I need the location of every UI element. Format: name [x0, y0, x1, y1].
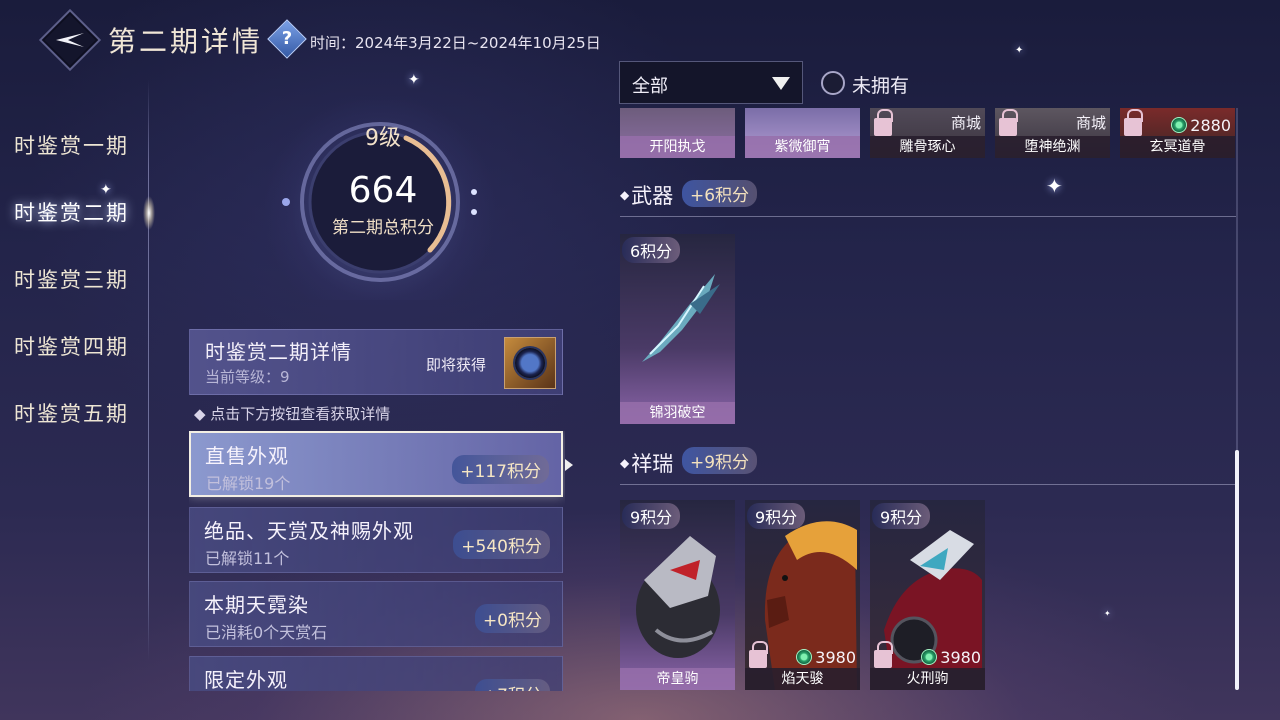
period-detail-card[interactable]: 时鉴赏二期详情 当前等级：9 即将获得 — [189, 329, 563, 395]
not-owned-label[interactable]: 未拥有 — [852, 71, 909, 98]
dropdown-arrow-icon — [772, 77, 790, 90]
question-icon[interactable]: ? — [273, 25, 301, 53]
section-points: +9积分 — [682, 447, 758, 474]
item-price: 3980 — [796, 648, 856, 667]
item-name: 堕神绝渊 — [995, 136, 1110, 158]
nav-divider — [148, 80, 149, 660]
active-period-glow — [143, 196, 155, 230]
item-tile[interactable]: 9积分 3980 焰天骏 — [745, 500, 860, 690]
shop-tag: 商城 — [1075, 114, 1106, 132]
item-tile[interactable]: 紫微御宵 — [745, 108, 860, 158]
jade-coin-icon — [796, 649, 813, 665]
category-points: +0积分 — [474, 604, 550, 633]
lock-icon — [749, 641, 768, 668]
item-name: 火刑驹 — [870, 668, 985, 690]
shop-tag: 商城 — [950, 114, 981, 132]
category-points: +117积分 — [452, 455, 549, 484]
item-panel: 开阳执戈 紫微御宵 商城 雕骨琢心 商城 堕神绝渊 2880 玄冥道骨 ◆武器 … — [612, 108, 1242, 691]
category-limited[interactable]: 限定外观 +7积分 — [189, 656, 563, 691]
total-score-label: 第二期总积分 — [332, 218, 434, 238]
category-direct-sale[interactable]: 直售外观 已解锁19个 +117积分 — [189, 431, 563, 497]
item-tile[interactable]: 2880 玄冥道骨 — [1120, 108, 1235, 158]
level-text: 9级 — [365, 126, 401, 151]
not-owned-radio[interactable] — [821, 71, 845, 95]
category-sub: 已解锁19个 — [206, 474, 291, 493]
filter-dropdown[interactable]: 全部 — [619, 61, 803, 104]
nav-period-1[interactable]: 时鉴赏一期 — [14, 130, 129, 160]
active-category-arrow — [565, 459, 573, 471]
nav-period-3[interactable]: 时鉴赏三期 — [14, 264, 129, 294]
item-name: 雕骨琢心 — [870, 136, 985, 158]
item-name: 焰天骏 — [745, 668, 860, 690]
item-tile[interactable]: 9积分 帝皇驹 — [620, 500, 735, 690]
total-score: 664 — [348, 170, 418, 211]
item-price: 3980 — [921, 648, 981, 667]
item-name: 开阳执戈 — [620, 136, 735, 158]
scroll-thumb[interactable] — [1235, 450, 1239, 690]
star-decoration: ✦ — [100, 182, 112, 198]
hint-text: ◆ 点击下方按钮查看获取详情 — [194, 405, 391, 423]
lock-icon — [874, 109, 893, 136]
section-divider — [620, 484, 1236, 485]
nav-period-2[interactable]: 时鉴赏二期 — [14, 197, 129, 227]
item-points: 9积分 — [747, 503, 806, 529]
item-tile[interactable]: 6积分 锦羽破空 — [620, 234, 735, 424]
coming-soon-label: 即将获得 — [426, 356, 487, 374]
item-tile[interactable]: 商城 堕神绝渊 — [995, 108, 1110, 158]
category-title: 直售外观 — [205, 444, 289, 468]
item-tile[interactable]: 商城 雕骨琢心 — [870, 108, 985, 158]
current-level: 当前等级：9 — [205, 368, 290, 386]
item-name: 玄冥道骨 — [1120, 136, 1235, 158]
lock-icon — [999, 109, 1018, 136]
filter-selected: 全部 — [632, 76, 668, 97]
section-name: 祥瑞 — [631, 452, 674, 476]
nav-period-4[interactable]: 时鉴赏四期 — [14, 331, 129, 361]
category-title: 绝品、天赏及神赐外观 — [204, 519, 414, 543]
reward-preview-icon[interactable] — [504, 337, 556, 389]
item-tile[interactable]: 9积分 3980 火刑驹 — [870, 500, 985, 690]
back-arrow-icon — [56, 33, 84, 47]
section-name: 武器 — [631, 184, 674, 208]
section-title: ◆武器 — [620, 184, 674, 208]
price-value: 3980 — [815, 648, 856, 667]
item-tile[interactable]: 开阳执戈 — [620, 108, 735, 158]
nav-period-5[interactable]: 时鉴赏五期 — [14, 398, 129, 428]
item-name: 帝皇驹 — [620, 668, 735, 690]
price-value: 3980 — [940, 648, 981, 667]
item-points: 9积分 — [622, 503, 681, 529]
star-decoration: ✦ — [408, 72, 420, 88]
item-name: 紫微御宵 — [745, 136, 860, 158]
period-time: 时间：2024年3月22日~2024年10月25日 — [310, 34, 601, 52]
category-sub: 已解锁11个 — [205, 549, 290, 568]
jade-coin-icon — [921, 649, 938, 665]
category-dye[interactable]: 本期天霓染 已消耗0个天赏石 +0积分 — [189, 581, 563, 647]
section-divider — [620, 216, 1236, 217]
item-points: 6积分 — [622, 237, 681, 263]
price-value: 2880 — [1190, 116, 1231, 135]
category-list: 直售外观 已解锁19个 +117积分 绝品、天赏及神赐外观 已解锁11个 +54… — [189, 431, 565, 691]
jade-coin-icon — [1171, 117, 1188, 133]
detail-title: 时鉴赏二期详情 — [205, 340, 352, 364]
category-title: 本期天霓染 — [204, 593, 309, 617]
page-title: 第二期详情 — [108, 25, 264, 58]
section-points: +6积分 — [682, 180, 758, 207]
category-title: 限定外观 — [204, 668, 288, 691]
item-price: 2880 — [1171, 116, 1231, 135]
category-premium[interactable]: 绝品、天赏及神赐外观 已解锁11个 +540积分 — [189, 507, 563, 573]
section-title: ◆祥瑞 — [620, 452, 674, 476]
item-points: 9积分 — [872, 503, 931, 529]
item-name: 锦羽破空 — [620, 402, 735, 424]
lock-icon — [1124, 109, 1143, 136]
star-decoration: ✦ — [1015, 45, 1024, 56]
category-sub: 已消耗0个天赏石 — [205, 623, 328, 642]
category-points: +540积分 — [453, 530, 550, 559]
lock-icon — [874, 641, 893, 668]
category-points: +7积分 — [474, 679, 550, 691]
